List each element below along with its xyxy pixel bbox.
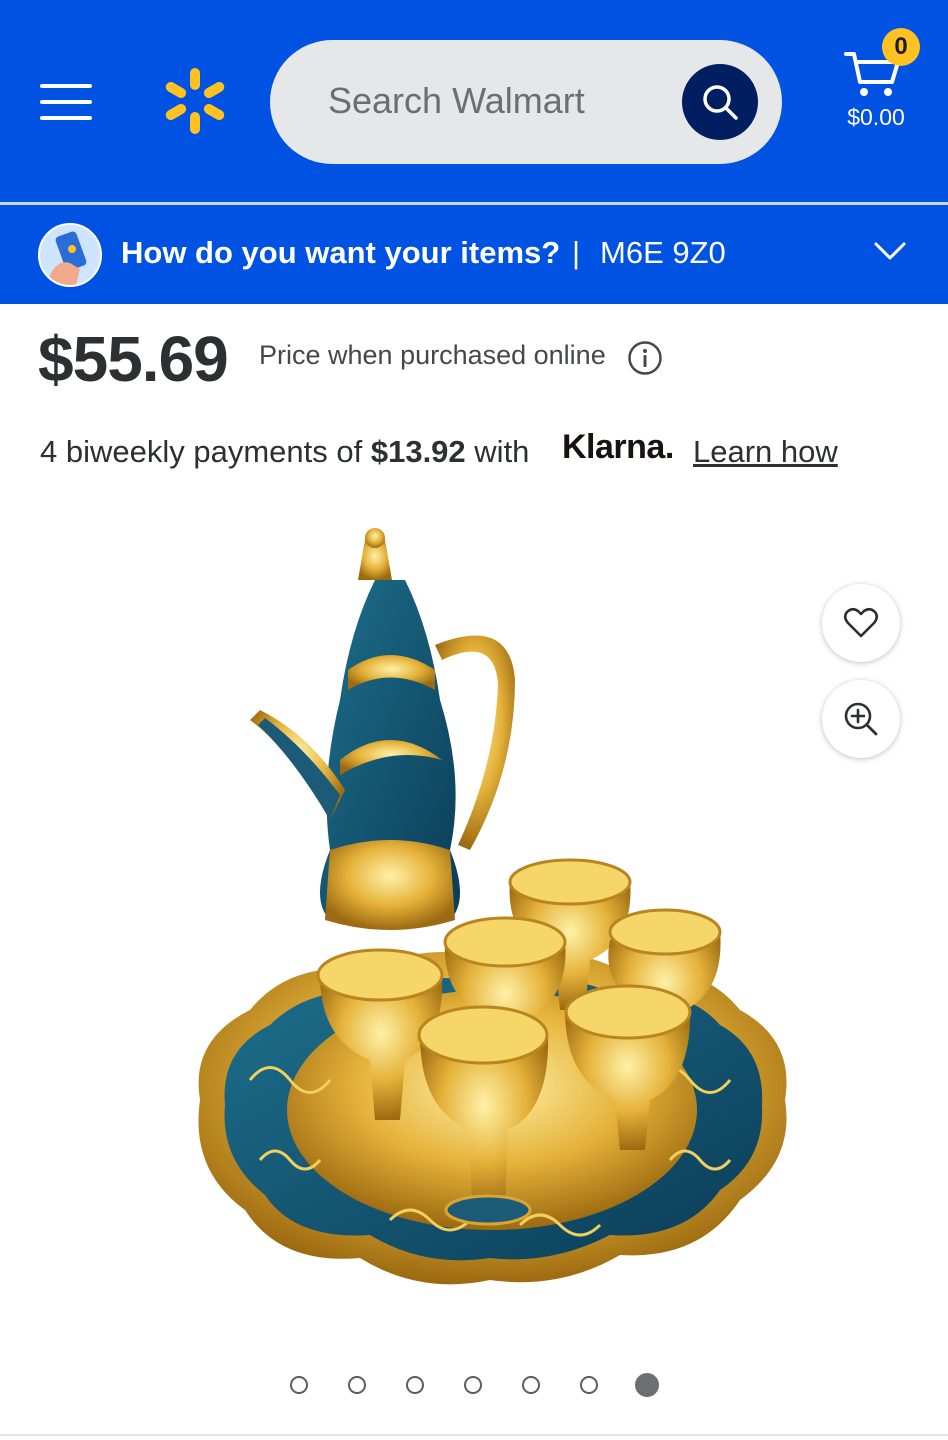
klarna-logo: Klarna. (562, 428, 674, 466)
search-icon (703, 85, 738, 120)
product-price: $55.69 (38, 323, 229, 395)
carousel-dot-3[interactable] (406, 1376, 424, 1394)
price-note: Price when purchased online (259, 340, 606, 370)
installment-prefix: 4 biweekly payments of (40, 434, 363, 469)
walmart-spark-logo[interactable] (160, 66, 230, 136)
zoom-button[interactable] (822, 680, 900, 758)
favorite-button[interactable] (822, 584, 900, 662)
search-bar (270, 40, 782, 164)
postal-code: M6E 9Z0 (600, 235, 726, 270)
installment-suffix: with (474, 434, 530, 469)
carousel-dot-7[interactable] (635, 1373, 659, 1397)
top-header: 0 $0.00 (0, 0, 948, 202)
image-carousel-indicators (290, 1373, 670, 1400)
installment-amount: $13.92 (370, 434, 466, 469)
search-button[interactable] (682, 64, 758, 140)
zoom-in-icon (844, 702, 878, 736)
delivery-options-bar[interactable]: How do you want your items? | M6E 9Z0 (0, 205, 948, 304)
delivery-question: How do you want your items? (121, 235, 561, 270)
carousel-dot-1[interactable] (290, 1376, 308, 1394)
phone-hand-icon (38, 223, 102, 287)
chevron-down-icon (874, 242, 906, 260)
cart-total: $0.00 (847, 104, 905, 130)
carousel-dot-4[interactable] (464, 1376, 482, 1394)
info-icon[interactable] (627, 340, 663, 376)
hamburger-menu-icon[interactable] (40, 80, 94, 124)
cart-count-badge: 0 (882, 28, 920, 66)
learn-how-link[interactable]: Learn how (693, 434, 838, 470)
installment-info: 4 biweekly payments of $13.92 with (40, 434, 529, 470)
carousel-dot-2[interactable] (348, 1376, 366, 1394)
cart-button[interactable]: 0 $0.00 (840, 28, 924, 140)
section-divider (0, 1434, 948, 1436)
carousel-dot-5[interactable] (522, 1376, 540, 1394)
delivery-separator: | (572, 235, 581, 270)
product-image[interactable] (180, 520, 800, 1320)
heart-icon (843, 607, 879, 638)
search-input[interactable] (328, 76, 658, 126)
carousel-dot-6[interactable] (580, 1376, 598, 1394)
